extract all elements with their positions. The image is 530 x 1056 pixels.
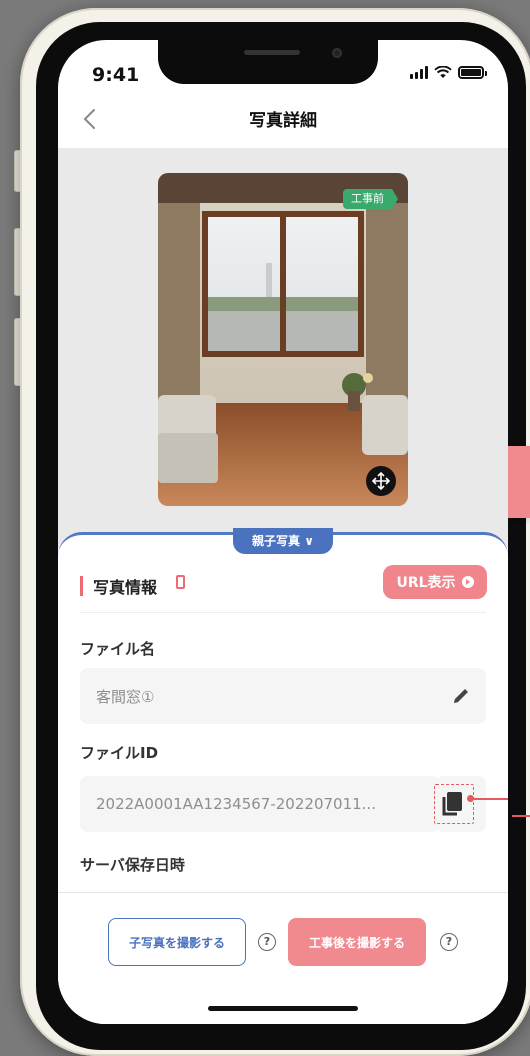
- file-id-field: 2022A0001AA1234567-202207011...: [80, 776, 440, 832]
- annotation-connector: [472, 798, 508, 800]
- nav-bar: 写真詳細: [58, 92, 508, 148]
- speaker: [244, 50, 300, 55]
- before-construction-tag: 工事前: [343, 189, 398, 209]
- screen: 9:41 写真詳細 工事前 親子写真 ∨ 写真情報 URL表示 ファイル名 客間…: [58, 40, 508, 1024]
- mobile-phone-icon: [176, 575, 185, 589]
- help-icon[interactable]: ?: [258, 933, 276, 951]
- arrow-right-circle-icon: [461, 576, 474, 588]
- signal-icon: [410, 66, 428, 79]
- parent-child-photo-tab[interactable]: 親子写真 ∨: [233, 528, 333, 554]
- notch: [158, 40, 378, 84]
- wifi-icon: [434, 66, 452, 78]
- battery-icon: [458, 66, 487, 79]
- front-camera: [332, 48, 342, 58]
- url-display-label: URL表示: [396, 575, 456, 591]
- take-after-photo-button[interactable]: 工事後を撮影する: [288, 918, 426, 966]
- take-child-photo-button[interactable]: 子写真を撮影する: [108, 918, 246, 966]
- file-name-value: 客間窓①: [96, 687, 155, 706]
- copy-button[interactable]: [434, 784, 474, 824]
- expand-move-button[interactable]: [366, 466, 396, 496]
- server-saved-label: サーバ保存日時: [80, 856, 185, 874]
- file-id-value: 2022A0001AA1234567-202207011...: [96, 795, 376, 813]
- file-id-label: ファイルID: [80, 744, 159, 762]
- room-photo-illustration: [158, 173, 408, 506]
- status-icons: [410, 66, 487, 79]
- section-accent-bar: [80, 576, 83, 596]
- photo-image[interactable]: 工事前: [158, 173, 408, 506]
- help-icon[interactable]: ?: [440, 933, 458, 951]
- annotation-line: [512, 815, 530, 817]
- url-display-button[interactable]: URL表示: [383, 565, 487, 599]
- move-arrows-icon: [371, 471, 391, 491]
- section-title: 写真情報: [93, 578, 158, 597]
- file-name-label: ファイル名: [80, 640, 156, 658]
- page-title: 写真詳細: [249, 111, 317, 131]
- copy-icon: [442, 792, 462, 816]
- pencil-edit-icon[interactable]: [450, 685, 472, 707]
- status-time: 9:41: [92, 64, 140, 86]
- file-name-field[interactable]: 客間窓①: [80, 668, 486, 724]
- home-indicator: [208, 1006, 358, 1011]
- divider: [80, 612, 486, 613]
